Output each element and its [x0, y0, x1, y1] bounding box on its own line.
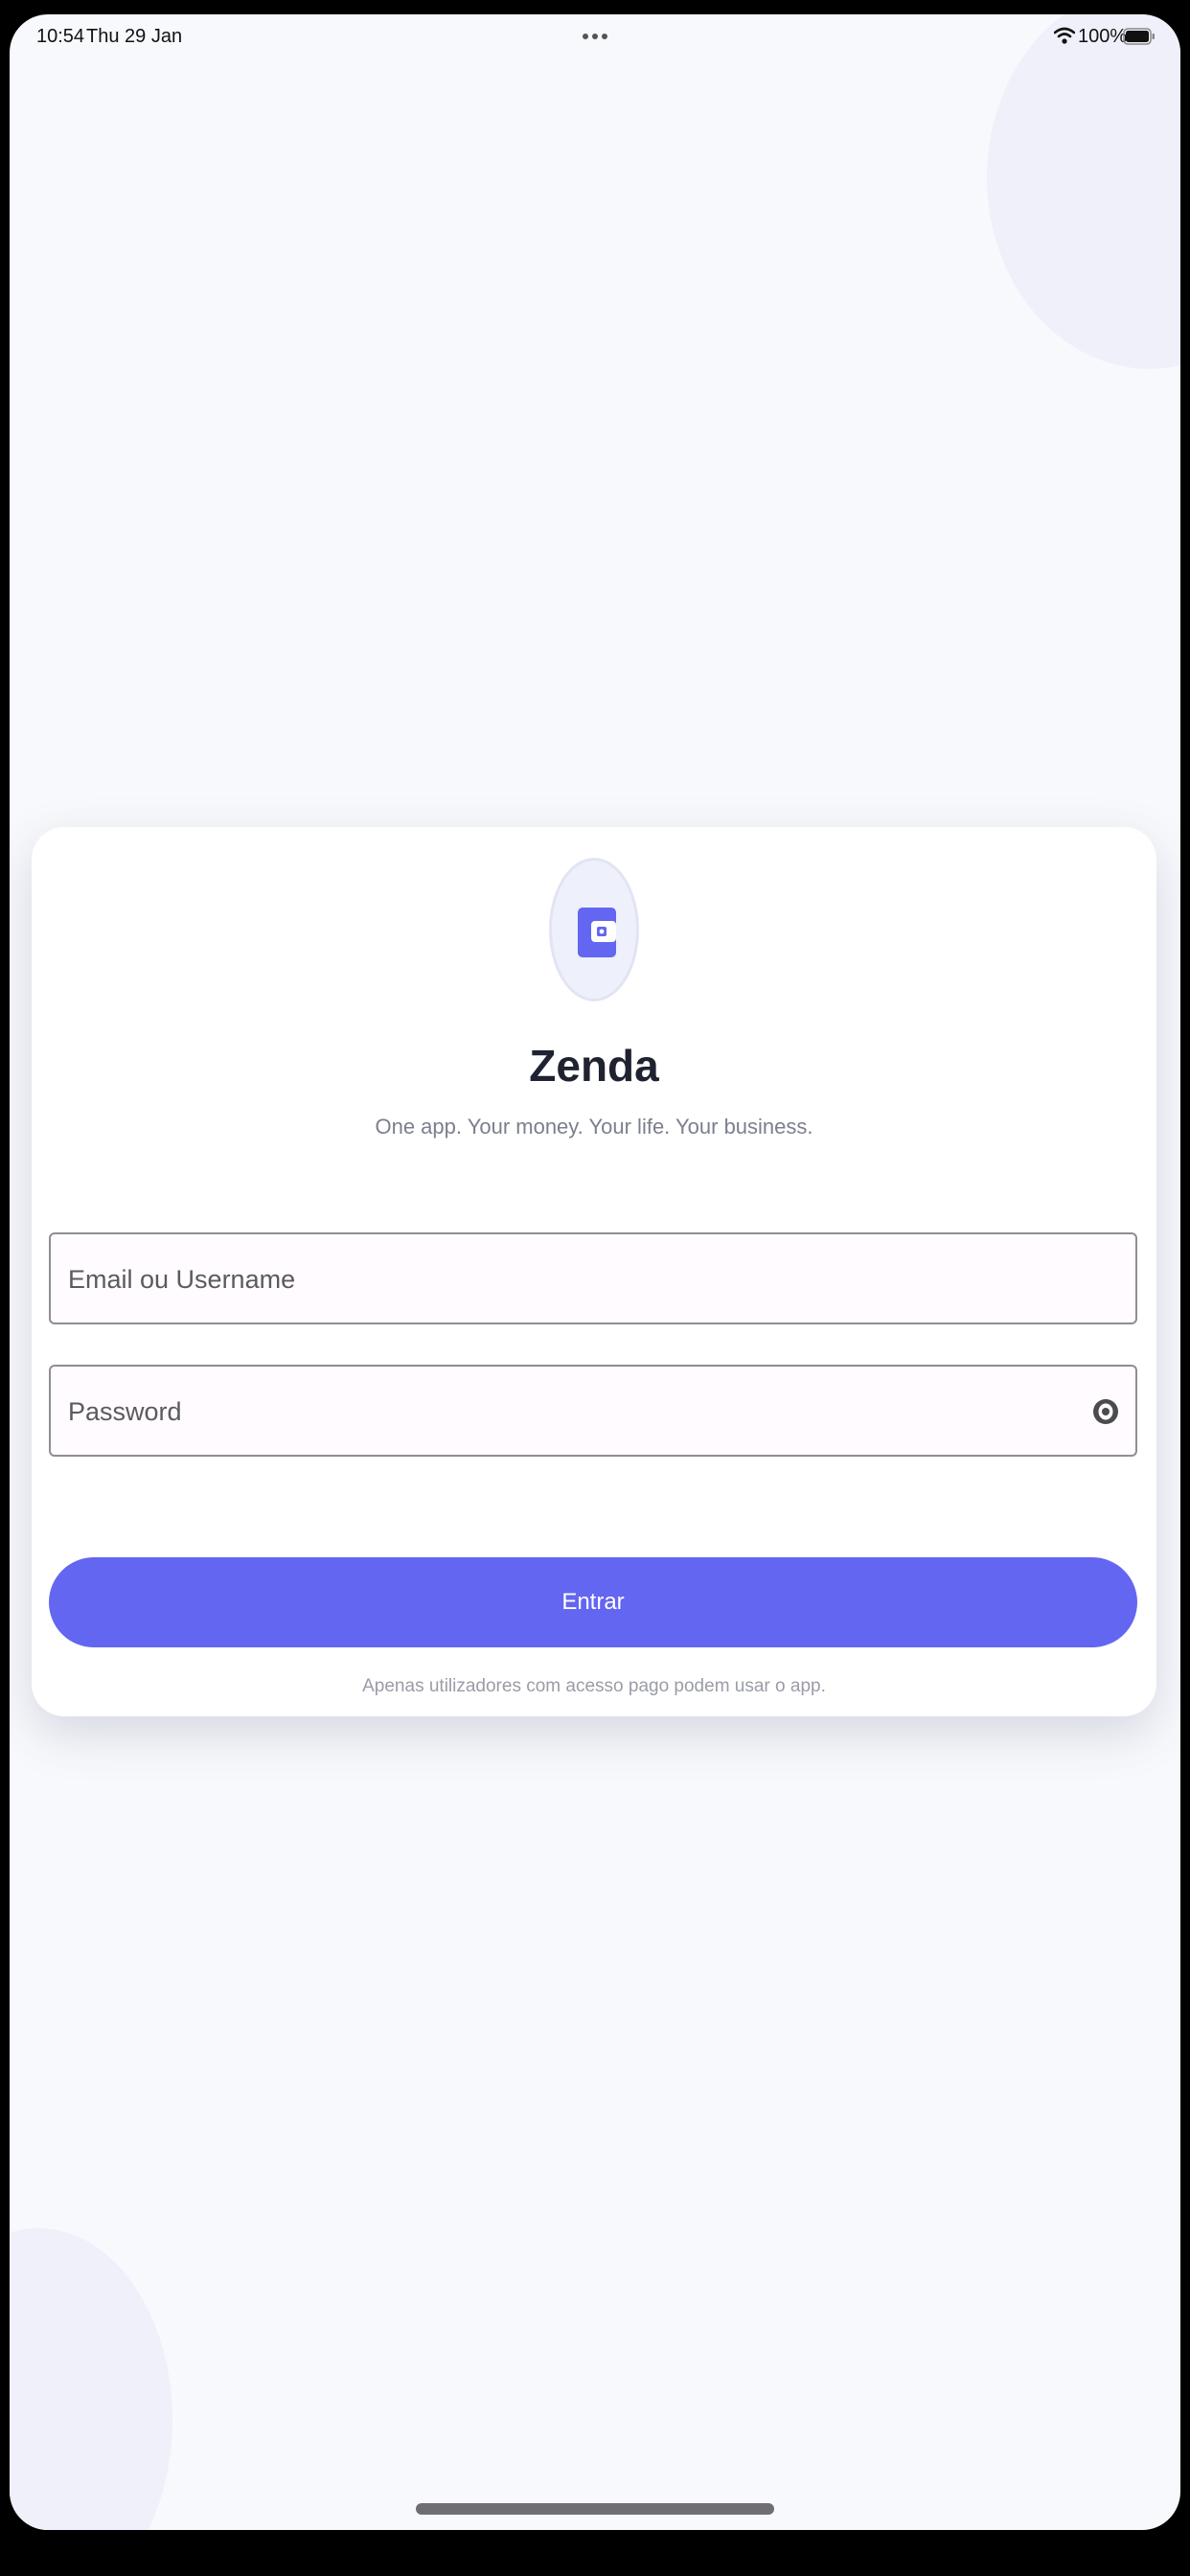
decorative-blob-bottom [10, 2228, 172, 2530]
email-field[interactable] [49, 1232, 1137, 1324]
wallet-icon [578, 908, 616, 957]
access-note: Apenas utilizadores com acesso pago pode… [362, 1676, 826, 1696]
password-input[interactable] [66, 1367, 1066, 1457]
app-tagline: One app. Your money. Your life. Your bus… [375, 1115, 813, 1138]
eye-icon[interactable] [1091, 1397, 1120, 1426]
password-field[interactable] [49, 1365, 1137, 1457]
app-title: Zenda [529, 1041, 659, 1091]
status-time: 10:54 [36, 26, 85, 47]
app-logo [549, 858, 639, 1001]
more-dots-icon[interactable] [583, 34, 607, 41]
wifi-icon [1054, 27, 1075, 44]
decorative-blob-top [987, 14, 1180, 369]
app-screen: 10:54 Thu 29 Jan 100% Zenda One app. You… [10, 14, 1180, 2530]
battery-icon [1123, 28, 1155, 45]
login-button[interactable]: Entrar [49, 1557, 1137, 1647]
status-bar: 10:54 Thu 29 Jan 100% [10, 14, 1180, 62]
email-input[interactable] [66, 1234, 1066, 1324]
home-indicator[interactable] [416, 2503, 774, 2515]
login-card: Zenda One app. Your money. Your life. Yo… [32, 827, 1156, 1716]
status-date: Thu 29 Jan [86, 26, 183, 47]
battery-percentage: 100% [1078, 26, 1128, 47]
